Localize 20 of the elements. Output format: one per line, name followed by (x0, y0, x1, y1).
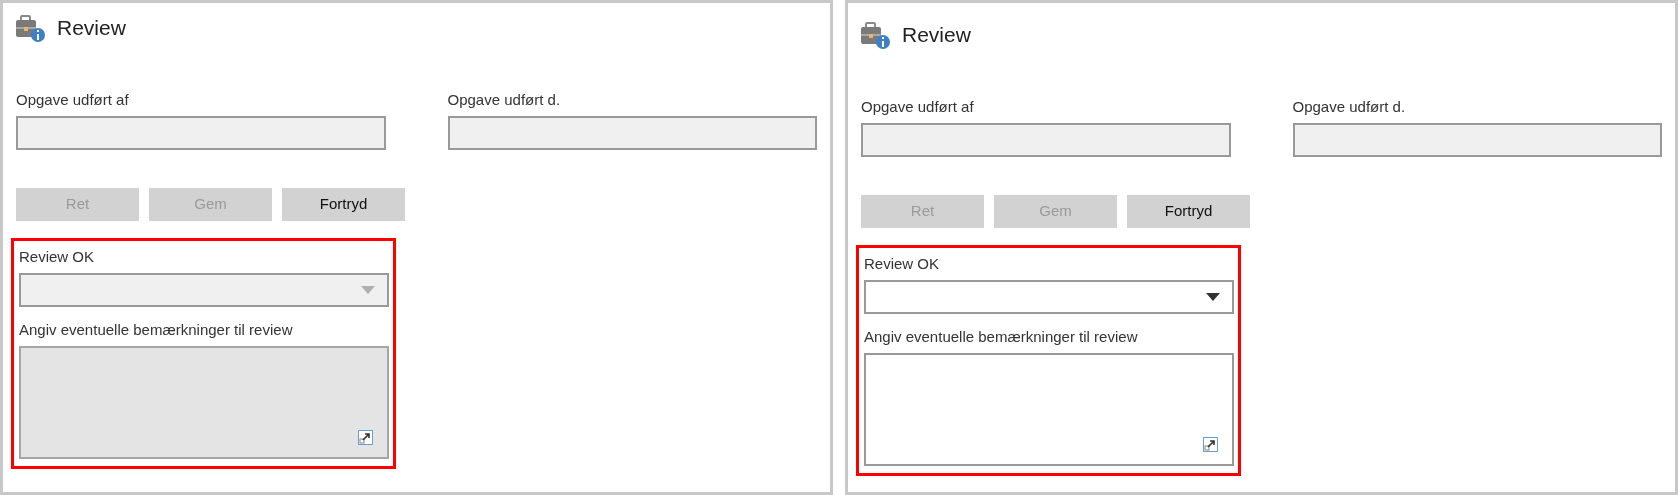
panel-title: Review (57, 15, 126, 42)
expand-icon (358, 430, 373, 445)
field-label: Angiv eventuelle bemærkninger til review (19, 321, 294, 339)
field-label: Review OK (864, 255, 941, 273)
field-label: Opgave udført d. (1292, 98, 1407, 116)
action-button[interactable]: Fortryd (1127, 195, 1250, 228)
field-label: Review OK (19, 248, 96, 266)
field-label: Opgave udført d. (447, 91, 562, 109)
dropdown-arrow-icon (361, 286, 375, 294)
dropdown[interactable] (864, 280, 1234, 314)
field-label: Angiv eventuelle bemærkninger til review (864, 328, 1139, 346)
briefcase-info-icon (861, 21, 890, 49)
text-area[interactable] (864, 353, 1234, 466)
field-label: Opgave udført af (16, 91, 130, 109)
briefcase-info-icon (16, 14, 45, 42)
dropdown-arrow-icon (1206, 293, 1220, 301)
action-button[interactable]: Fortryd (282, 188, 405, 221)
panel-title: Review (902, 22, 971, 49)
expand-icon (1203, 437, 1218, 452)
field-label: Opgave udført af (861, 98, 975, 116)
